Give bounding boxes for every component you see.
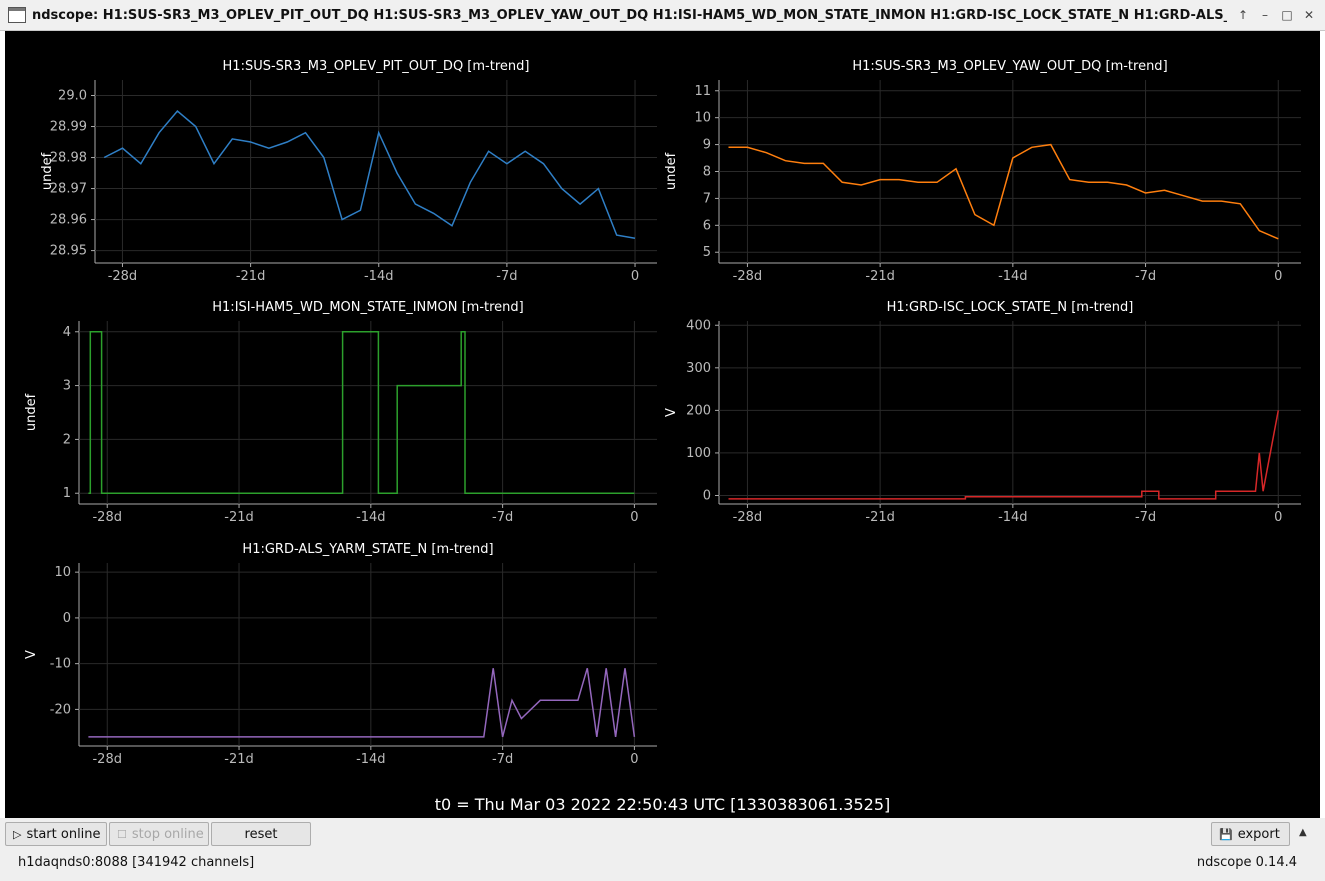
y-axis-label: V bbox=[24, 650, 39, 659]
y-tick-label: 200 bbox=[686, 403, 711, 418]
chart-title: H1:SUS-SR3_M3_OPLEV_PIT_OUT_DQ [m-trend] bbox=[223, 59, 530, 74]
x-tick-label: 0 bbox=[630, 510, 638, 525]
export-icon: 💾 bbox=[1219, 828, 1233, 841]
y-tick-label: 11 bbox=[694, 84, 711, 99]
window-titlebar: ndscope: H1:SUS-SR3_M3_OPLEV_PIT_OUT_DQ … bbox=[0, 0, 1325, 31]
y-axis-label: undef bbox=[664, 152, 679, 190]
y-tick-label: 6 bbox=[703, 218, 711, 233]
x-tick-label: -28d bbox=[92, 510, 122, 525]
y-tick-label: 10 bbox=[54, 565, 71, 580]
stop-online-label: stop online bbox=[131, 827, 204, 842]
series-line bbox=[88, 331, 635, 494]
play-icon: ▷ bbox=[13, 828, 22, 841]
maximize-button[interactable]: □ bbox=[1278, 7, 1296, 23]
y-tick-label: 100 bbox=[686, 446, 711, 461]
y-axis-label: V bbox=[664, 408, 679, 417]
x-tick-label: -7d bbox=[496, 269, 517, 284]
server-status: h1daqnds0:8088 [341942 channels] bbox=[18, 855, 255, 870]
y-tick-label: 3 bbox=[63, 379, 71, 394]
y-tick-label: 300 bbox=[686, 361, 711, 376]
keep-above-icon[interactable]: ↑ bbox=[1234, 7, 1252, 23]
expand-up-icon[interactable]: ▲ bbox=[1299, 827, 1307, 838]
x-tick-label: -28d bbox=[108, 269, 138, 284]
x-tick-label: 0 bbox=[631, 269, 639, 284]
app-icon bbox=[8, 7, 26, 23]
start-online-label: start online bbox=[26, 827, 101, 842]
close-button[interactable]: ✕ bbox=[1300, 7, 1318, 23]
y-tick-label: 28.97 bbox=[50, 182, 87, 197]
x-tick-label: -14d bbox=[356, 510, 386, 525]
x-tick-label: -21d bbox=[236, 269, 266, 284]
y-tick-label: 10 bbox=[694, 111, 711, 126]
x-tick-label: -28d bbox=[92, 752, 122, 767]
y-tick-label: 9 bbox=[703, 138, 711, 153]
series-line bbox=[88, 667, 636, 738]
y-tick-label: 28.96 bbox=[50, 213, 87, 228]
export-button[interactable]: 💾 export bbox=[1211, 822, 1290, 846]
y-axis-label: undef bbox=[24, 393, 39, 431]
x-tick-label: -21d bbox=[865, 269, 895, 284]
x-tick-label: -7d bbox=[492, 752, 513, 767]
series-line bbox=[728, 143, 1279, 240]
chart-title: H1:SUS-SR3_M3_OPLEV_YAW_OUT_DQ [m-trend] bbox=[852, 59, 1167, 74]
y-tick-label: -20 bbox=[50, 702, 71, 717]
x-tick-label: -21d bbox=[224, 510, 254, 525]
x-tick-label: -21d bbox=[865, 510, 895, 525]
plot-area[interactable]: H1:SUS-SR3_M3_OPLEV_PIT_OUT_DQ [m-trend]… bbox=[5, 31, 1320, 818]
y-tick-label: 7 bbox=[703, 191, 711, 206]
x-tick-label: -7d bbox=[1135, 510, 1156, 525]
x-tick-label: -14d bbox=[356, 752, 386, 767]
y-tick-label: 28.99 bbox=[50, 120, 87, 135]
y-tick-label: 28.95 bbox=[50, 244, 87, 259]
y-tick-label: 5 bbox=[703, 245, 711, 260]
checkbox-icon: ☐ bbox=[117, 828, 127, 841]
y-tick-label: 1 bbox=[63, 486, 71, 501]
minimize-button[interactable]: – bbox=[1256, 7, 1274, 23]
y-tick-label: -10 bbox=[50, 657, 71, 672]
x-tick-label: -28d bbox=[733, 510, 763, 525]
x-tick-label: -28d bbox=[733, 269, 763, 284]
y-tick-label: 400 bbox=[686, 318, 711, 333]
chart-title: H1:GRD-ALS_YARM_STATE_N [m-trend] bbox=[242, 542, 493, 557]
version-label: ndscope 0.14.4 bbox=[1196, 855, 1297, 870]
x-tick-label: -7d bbox=[492, 510, 513, 525]
bottom-toolbar: ▷ start online ☐ stop online reset 💾 export… bbox=[0, 818, 1325, 881]
start-online-button[interactable]: ▷ start online bbox=[5, 822, 107, 846]
stop-online-button[interactable]: ☐ stop online bbox=[109, 822, 209, 846]
window-title: ndscope: H1:SUS-SR3_M3_OPLEV_PIT_OUT_DQ … bbox=[32, 8, 1227, 23]
x-tick-label: 0 bbox=[1274, 269, 1282, 284]
export-label: export bbox=[1237, 827, 1280, 842]
chart-title: H1:GRD-ISC_LOCK_STATE_N [m-trend] bbox=[887, 300, 1134, 315]
chart-title: H1:ISI-HAM5_WD_MON_STATE_INMON [m-trend] bbox=[212, 300, 523, 315]
y-tick-label: 4 bbox=[63, 325, 71, 340]
y-tick-label: 29.0 bbox=[58, 89, 87, 104]
plots-canvas[interactable]: H1:SUS-SR3_M3_OPLEV_PIT_OUT_DQ [m-trend]… bbox=[5, 31, 1320, 791]
t0-label: t0 = Thu Mar 03 2022 22:50:43 UTC [13303… bbox=[434, 795, 891, 814]
y-tick-label: 8 bbox=[703, 165, 711, 180]
x-tick-label: -7d bbox=[1135, 269, 1156, 284]
y-tick-label: 2 bbox=[63, 432, 71, 447]
y-tick-label: 0 bbox=[63, 611, 71, 626]
x-tick-label: -14d bbox=[998, 510, 1028, 525]
x-tick-label: 0 bbox=[630, 752, 638, 767]
y-tick-label: 28.98 bbox=[50, 151, 87, 166]
reset-button[interactable]: reset bbox=[211, 822, 311, 846]
y-tick-label: 0 bbox=[703, 488, 711, 503]
series-line bbox=[728, 410, 1280, 500]
x-tick-label: -21d bbox=[224, 752, 254, 767]
x-tick-label: 0 bbox=[1274, 510, 1282, 525]
x-tick-label: -14d bbox=[364, 269, 394, 284]
x-tick-label: -14d bbox=[998, 269, 1028, 284]
